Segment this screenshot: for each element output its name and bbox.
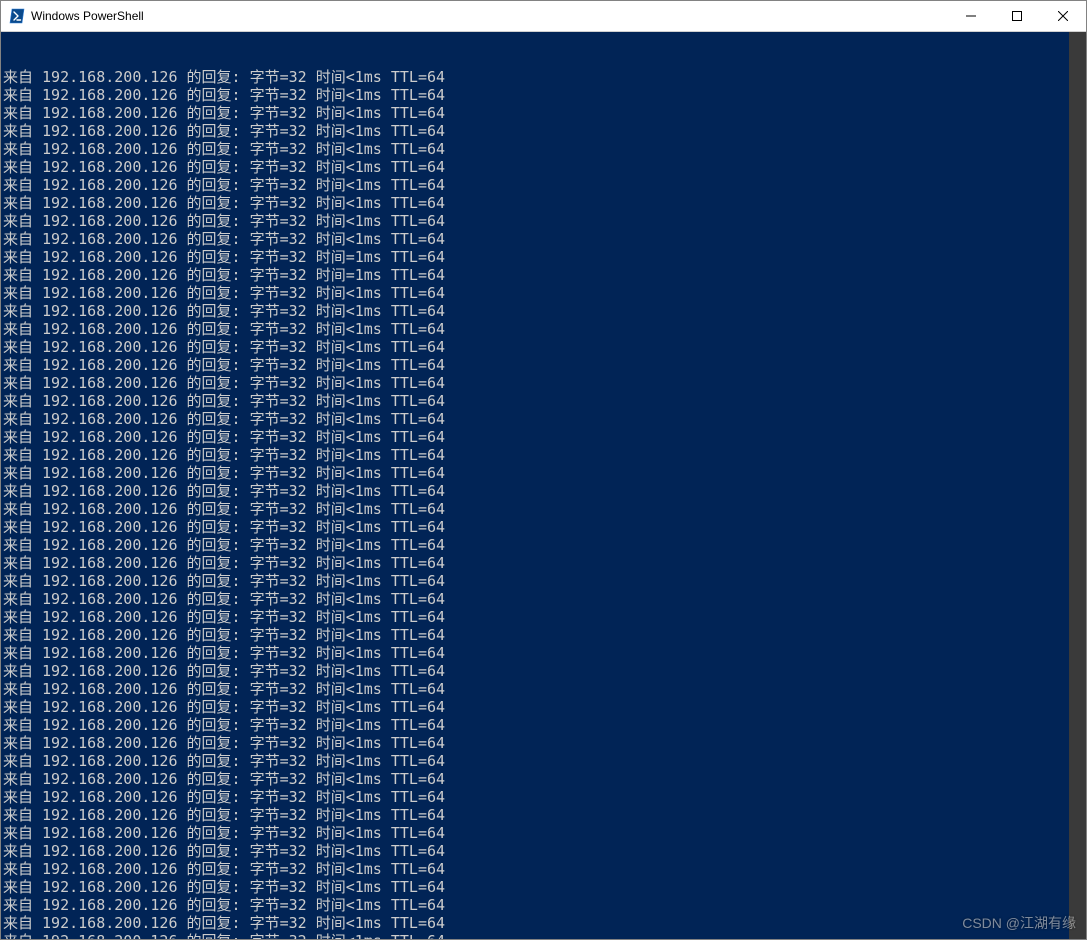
powershell-icon [9,8,25,24]
maximize-button[interactable] [994,1,1040,31]
ping-reply-line: 来自 192.168.200.126 的回复: 字节=32 时间<1ms TTL… [3,482,1086,500]
ping-reply-line: 来自 192.168.200.126 的回复: 字节=32 时间<1ms TTL… [3,410,1086,428]
ping-reply-line: 来自 192.168.200.126 的回复: 字节=32 时间<1ms TTL… [3,158,1086,176]
ping-reply-line: 来自 192.168.200.126 的回复: 字节=32 时间<1ms TTL… [3,806,1086,824]
ping-reply-line: 来自 192.168.200.126 的回复: 字节=32 时间<1ms TTL… [3,860,1086,878]
ping-reply-line: 来自 192.168.200.126 的回复: 字节=32 时间<1ms TTL… [3,626,1086,644]
ping-reply-line: 来自 192.168.200.126 的回复: 字节=32 时间<1ms TTL… [3,608,1086,626]
ping-reply-line: 来自 192.168.200.126 的回复: 字节=32 时间<1ms TTL… [3,284,1086,302]
ping-reply-line: 来自 192.168.200.126 的回复: 字节=32 时间<1ms TTL… [3,212,1086,230]
ping-reply-line: 来自 192.168.200.126 的回复: 字节=32 时间<1ms TTL… [3,536,1086,554]
ping-reply-line: 来自 192.168.200.126 的回复: 字节=32 时间<1ms TTL… [3,392,1086,410]
title-bar[interactable]: Windows PowerShell [1,1,1086,32]
ping-reply-line: 来自 192.168.200.126 的回复: 字节=32 时间<1ms TTL… [3,320,1086,338]
ping-reply-line: 来自 192.168.200.126 的回复: 字节=32 时间<1ms TTL… [3,302,1086,320]
ping-reply-line: 来自 192.168.200.126 的回复: 字节=32 时间<1ms TTL… [3,464,1086,482]
ping-reply-line: 来自 192.168.200.126 的回复: 字节=32 时间<1ms TTL… [3,194,1086,212]
ping-reply-line: 来自 192.168.200.126 的回复: 字节=32 时间<1ms TTL… [3,374,1086,392]
ping-reply-line: 来自 192.168.200.126 的回复: 字节=32 时间<1ms TTL… [3,698,1086,716]
ping-reply-line: 来自 192.168.200.126 的回复: 字节=32 时间<1ms TTL… [3,140,1086,158]
ping-reply-line: 来自 192.168.200.126 的回复: 字节=32 时间<1ms TTL… [3,446,1086,464]
ping-reply-line: 来自 192.168.200.126 的回复: 字节=32 时间<1ms TTL… [3,572,1086,590]
ping-reply-line: 来自 192.168.200.126 的回复: 字节=32 时间<1ms TTL… [3,680,1086,698]
ping-reply-line: 来自 192.168.200.126 的回复: 字节=32 时间<1ms TTL… [3,176,1086,194]
window-controls [948,1,1086,31]
ping-reply-line: 来自 192.168.200.126 的回复: 字节=32 时间=1ms TTL… [3,248,1086,266]
ping-reply-line: 来自 192.168.200.126 的回复: 字节=32 时间<1ms TTL… [3,554,1086,572]
ping-reply-line: 来自 192.168.200.126 的回复: 字节=32 时间<1ms TTL… [3,770,1086,788]
minimize-button[interactable] [948,1,994,31]
ping-reply-line: 来自 192.168.200.126 的回复: 字节=32 时间<1ms TTL… [3,590,1086,608]
ping-reply-line: 来自 192.168.200.126 的回复: 字节=32 时间<1ms TTL… [3,68,1086,86]
ping-reply-line: 来自 192.168.200.126 的回复: 字节=32 时间<1ms TTL… [3,644,1086,662]
ping-reply-line: 来自 192.168.200.126 的回复: 字节=32 时间<1ms TTL… [3,932,1086,939]
ping-reply-line: 来自 192.168.200.126 的回复: 字节=32 时间<1ms TTL… [3,842,1086,860]
ping-reply-line: 来自 192.168.200.126 的回复: 字节=32 时间<1ms TTL… [3,122,1086,140]
ping-reply-line: 来自 192.168.200.126 的回复: 字节=32 时间<1ms TTL… [3,428,1086,446]
ping-reply-line: 来自 192.168.200.126 的回复: 字节=32 时间<1ms TTL… [3,788,1086,806]
ping-reply-line: 来自 192.168.200.126 的回复: 字节=32 时间<1ms TTL… [3,356,1086,374]
ping-reply-line: 来自 192.168.200.126 的回复: 字节=32 时间<1ms TTL… [3,914,1086,932]
ping-reply-line: 来自 192.168.200.126 的回复: 字节=32 时间<1ms TTL… [3,104,1086,122]
ping-reply-line: 来自 192.168.200.126 的回复: 字节=32 时间<1ms TTL… [3,878,1086,896]
terminal-output[interactable]: 来自 192.168.200.126 的回复: 字节=32 时间<1ms TTL… [1,32,1086,939]
powershell-window: Windows PowerShell 来自 192.168.200.126 的回… [0,0,1087,940]
ping-reply-line: 来自 192.168.200.126 的回复: 字节=32 时间<1ms TTL… [3,824,1086,842]
ping-reply-line: 来自 192.168.200.126 的回复: 字节=32 时间<1ms TTL… [3,518,1086,536]
window-title: Windows PowerShell [31,9,948,23]
ping-reply-line: 来自 192.168.200.126 的回复: 字节=32 时间<1ms TTL… [3,896,1086,914]
ping-reply-line: 来自 192.168.200.126 的回复: 字节=32 时间=1ms TTL… [3,266,1086,284]
scrollbar-vertical[interactable] [1069,32,1086,939]
ping-reply-line: 来自 192.168.200.126 的回复: 字节=32 时间<1ms TTL… [3,734,1086,752]
ping-reply-line: 来自 192.168.200.126 的回复: 字节=32 时间<1ms TTL… [3,500,1086,518]
ping-reply-line: 来自 192.168.200.126 的回复: 字节=32 时间<1ms TTL… [3,230,1086,248]
ping-reply-line: 来自 192.168.200.126 的回复: 字节=32 时间<1ms TTL… [3,338,1086,356]
ping-reply-line: 来自 192.168.200.126 的回复: 字节=32 时间<1ms TTL… [3,752,1086,770]
ping-reply-line: 来自 192.168.200.126 的回复: 字节=32 时间<1ms TTL… [3,716,1086,734]
close-button[interactable] [1040,1,1086,31]
ping-reply-line: 来自 192.168.200.126 的回复: 字节=32 时间<1ms TTL… [3,662,1086,680]
ping-reply-line: 来自 192.168.200.126 的回复: 字节=32 时间<1ms TTL… [3,86,1086,104]
